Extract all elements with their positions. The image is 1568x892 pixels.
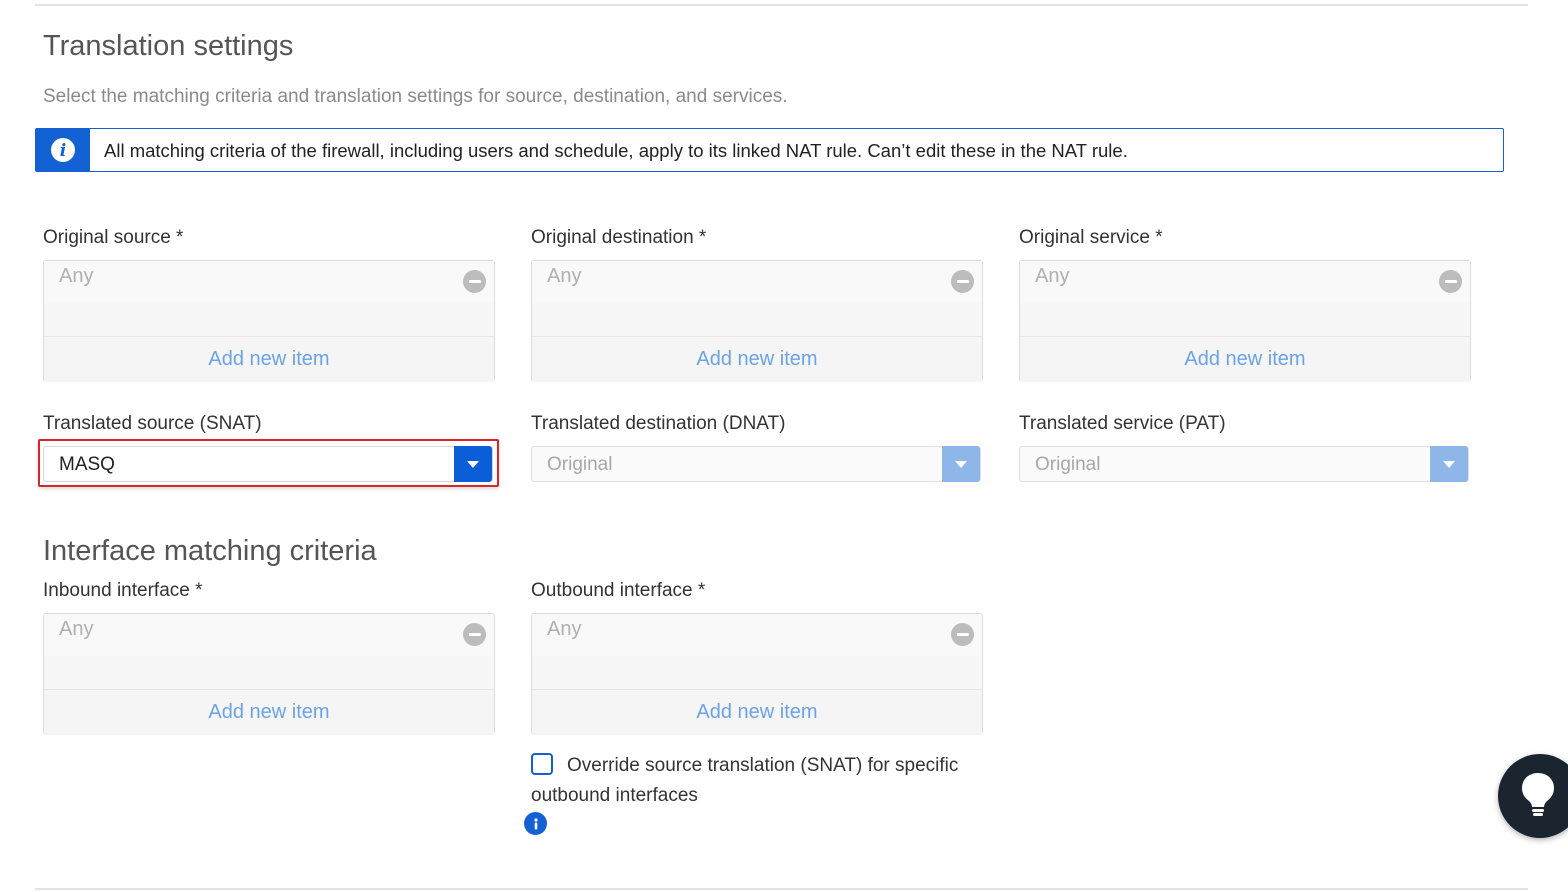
outbound-interface-label: Outbound interface * <box>531 580 706 601</box>
add-new-item-button[interactable]: Add new item <box>532 337 982 382</box>
list-item-text: Any <box>59 618 94 640</box>
minus-circle-icon[interactable] <box>1439 270 1462 293</box>
translation-settings-subtitle: Select the matching criteria and transla… <box>43 86 788 107</box>
minus-circle-icon[interactable] <box>951 623 974 646</box>
add-new-item-button[interactable]: Add new item <box>532 690 982 735</box>
list-item-text: Any <box>547 618 582 640</box>
add-new-item-button[interactable]: Add new item <box>44 690 494 735</box>
original-destination-label: Original destination * <box>531 227 707 248</box>
translated-source-select[interactable]: MASQ <box>43 446 493 482</box>
translation-settings-title: Translation settings <box>43 30 294 62</box>
info-icon[interactable] <box>524 812 547 835</box>
original-service-label: Original service * <box>1019 227 1163 248</box>
translated-service-select[interactable]: Original <box>1019 446 1469 482</box>
translated-service-label: Translated service (PAT) <box>1019 413 1226 434</box>
list-item-text: Any <box>547 265 582 287</box>
chevron-down-icon[interactable] <box>1430 446 1468 482</box>
lightbulb-icon <box>1520 771 1556 822</box>
minus-circle-icon[interactable] <box>463 623 486 646</box>
chevron-down-icon[interactable] <box>454 446 492 482</box>
minus-circle-icon[interactable] <box>463 270 486 293</box>
translated-destination-label: Translated destination (DNAT) <box>531 413 786 434</box>
svg-text:i: i <box>60 141 66 161</box>
select-value: MASQ <box>59 454 115 475</box>
list-item: Any <box>44 614 494 656</box>
inbound-interface-list: Any Add new item <box>43 613 495 735</box>
info-icon: i <box>36 129 90 171</box>
inbound-interface-label: Inbound interface * <box>43 580 203 601</box>
list-item: Any <box>532 614 982 656</box>
original-service-list: Any Add new item <box>1019 260 1471 382</box>
original-source-list: Any Add new item <box>43 260 495 382</box>
add-new-item-button[interactable]: Add new item <box>44 337 494 382</box>
info-banner-message: All matching criteria of the firewall, i… <box>104 140 1128 161</box>
list-item-text: Any <box>1035 265 1070 287</box>
add-new-item-button[interactable]: Add new item <box>1020 337 1470 382</box>
list-item: Any <box>532 261 982 303</box>
translated-source-label: Translated source (SNAT) <box>43 413 262 434</box>
interface-matching-title: Interface matching criteria <box>43 535 377 567</box>
original-destination-list: Any Add new item <box>531 260 983 382</box>
help-button[interactable] <box>1498 754 1568 838</box>
list-item: Any <box>44 261 494 303</box>
minus-circle-icon[interactable] <box>951 270 974 293</box>
bottom-divider <box>35 888 1528 890</box>
override-snat-label: Override source translation (SNAT) for s… <box>531 755 959 806</box>
select-value: Original <box>1035 454 1101 475</box>
translated-destination-select[interactable]: Original <box>531 446 981 482</box>
select-value: Original <box>547 454 613 475</box>
list-item-text: Any <box>59 265 94 287</box>
info-banner: i All matching criteria of the firewall,… <box>35 128 1504 172</box>
list-item: Any <box>1020 261 1470 303</box>
chevron-down-icon[interactable] <box>942 446 980 482</box>
top-divider <box>35 4 1528 6</box>
outbound-interface-list: Any Add new item <box>531 613 983 735</box>
original-source-label: Original source * <box>43 227 184 248</box>
